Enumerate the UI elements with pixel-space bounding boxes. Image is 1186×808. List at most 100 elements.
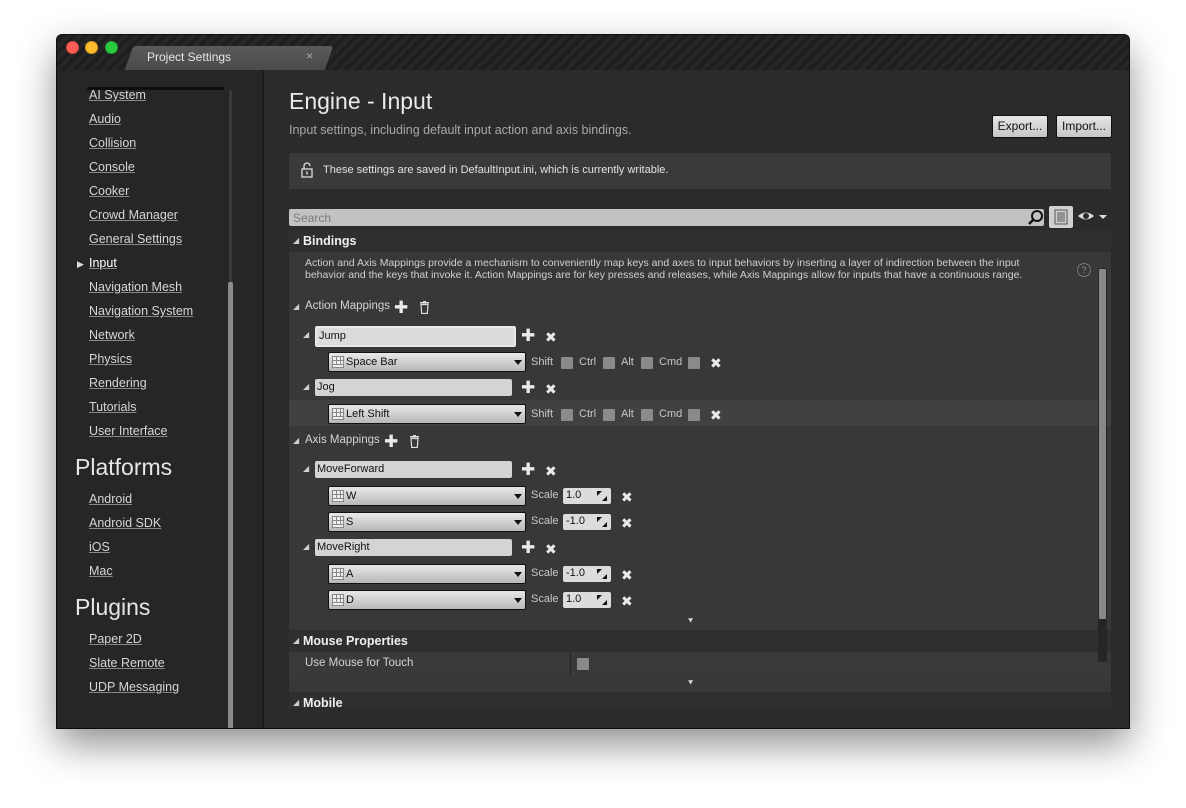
eye-icon[interactable] xyxy=(1077,208,1109,224)
search-icon[interactable] xyxy=(1027,209,1044,226)
spin-arrows-icon[interactable] xyxy=(597,491,607,501)
ctrl-checkbox[interactable] xyxy=(603,357,615,369)
bindings-scrollbar-thumb[interactable] xyxy=(1099,269,1106,619)
sidebar-item-collision[interactable]: Collision xyxy=(89,136,136,150)
remove-moveforward-icon[interactable]: ✖ xyxy=(545,464,557,478)
sidebar-item-user-interface[interactable]: User Interface xyxy=(89,424,168,438)
chevron-down-icon xyxy=(514,494,522,499)
alt-checkbox[interactable] xyxy=(641,357,653,369)
key-select-s[interactable]: S xyxy=(328,512,526,532)
scale-input-s[interactable]: -1.0 xyxy=(563,514,611,530)
zoom-window-button[interactable] xyxy=(105,41,118,54)
remove-key-jump-icon[interactable]: ✖ xyxy=(710,356,722,370)
axis-name-field-moveright[interactable]: MoveRight xyxy=(315,539,512,556)
chevron-down-icon[interactable]: ⯆ xyxy=(687,678,694,689)
alt-checkbox[interactable] xyxy=(641,409,653,421)
jog-collapse-icon[interactable]: ◢ xyxy=(303,382,309,391)
remove-key-d-icon[interactable]: ✖ xyxy=(621,594,633,608)
moveright-collapse-icon[interactable]: ◢ xyxy=(303,542,309,551)
key-select-d[interactable]: D xyxy=(328,590,526,610)
scale-label: Scale xyxy=(531,515,559,527)
add-key-moveforward-icon[interactable]: ✚ xyxy=(521,461,535,478)
view-options-button[interactable] xyxy=(1049,206,1073,228)
sidebar-item-mac[interactable]: Mac xyxy=(89,564,113,578)
sidebar-item-slate-remote[interactable]: Slate Remote xyxy=(89,656,165,670)
help-icon[interactable]: ? xyxy=(1077,263,1091,277)
minimize-window-button[interactable] xyxy=(85,41,98,54)
close-window-button[interactable] xyxy=(66,41,79,54)
jump-collapse-icon[interactable]: ◢ xyxy=(303,330,309,339)
remove-moveright-icon[interactable]: ✖ xyxy=(545,542,557,556)
sidebar-item-ai-system[interactable]: AI System xyxy=(89,88,146,102)
sidebar-item-rendering[interactable]: Rendering xyxy=(89,376,147,390)
sidebar-item-physics[interactable]: Physics xyxy=(89,352,132,366)
scale-input-w[interactable]: 1.0 xyxy=(563,488,611,504)
axis-mappings-collapse-icon[interactable]: ◢ xyxy=(293,436,299,445)
remove-jump-icon[interactable]: ✖ xyxy=(545,330,557,344)
sidebar-item-android[interactable]: Android xyxy=(89,492,132,506)
scale-input-a[interactable]: -1.0 xyxy=(563,566,611,582)
sidebar-item-input[interactable]: Input xyxy=(89,256,117,270)
add-action-mapping-icon[interactable]: ✚ xyxy=(394,299,408,316)
trash-icon[interactable] xyxy=(409,435,420,448)
action-name-field-jog[interactable]: Jog xyxy=(315,379,512,396)
tab-close-icon[interactable]: × xyxy=(306,49,313,63)
mouse-properties-category[interactable]: ◢ Mouse Properties xyxy=(289,630,1111,652)
sidebar-item-paper-2d[interactable]: Paper 2D xyxy=(89,632,142,646)
shift-checkbox[interactable] xyxy=(561,357,573,369)
remove-jog-icon[interactable]: ✖ xyxy=(545,382,557,396)
mobile-category[interactable]: ◢ Mobile xyxy=(289,692,1111,708)
remove-key-s-icon[interactable]: ✖ xyxy=(621,516,633,530)
chevron-down-icon xyxy=(514,360,522,365)
chevron-down-icon[interactable]: ⯆ xyxy=(687,616,694,627)
spin-arrows-icon[interactable] xyxy=(597,517,607,527)
sidebar-item-console[interactable]: Console xyxy=(89,160,135,174)
spin-arrows-icon[interactable] xyxy=(597,595,607,605)
sidebar-item-navigation-mesh[interactable]: Navigation Mesh xyxy=(89,280,182,294)
add-key-moveright-icon[interactable]: ✚ xyxy=(521,539,535,556)
sidebar-item-cooker[interactable]: Cooker xyxy=(89,184,129,198)
axis-name-field-moveforward[interactable]: MoveForward xyxy=(315,461,512,478)
use-mouse-for-touch-checkbox[interactable] xyxy=(577,658,589,670)
cmd-checkbox[interactable] xyxy=(688,409,700,421)
add-axis-mapping-icon[interactable]: ✚ xyxy=(384,433,398,450)
ctrl-checkbox[interactable] xyxy=(603,409,615,421)
chevron-down-icon xyxy=(514,412,522,417)
key-select-jump[interactable]: Space Bar xyxy=(328,352,526,372)
keyboard-icon xyxy=(332,356,344,368)
collapse-icon: ◢ xyxy=(293,698,300,707)
sidebar-item-udp-messaging[interactable]: UDP Messaging xyxy=(89,680,179,694)
export-button[interactable]: Export... xyxy=(992,115,1048,138)
add-key-jump-icon[interactable]: ✚ xyxy=(521,327,535,344)
sidebar-item-tutorials[interactable]: Tutorials xyxy=(89,400,136,414)
page-subtitle: Input settings, including default input … xyxy=(289,123,632,137)
key-select-w[interactable]: W xyxy=(328,486,526,506)
sidebar-item-navigation-system[interactable]: Navigation System xyxy=(89,304,193,318)
action-mappings-collapse-icon[interactable]: ◢ xyxy=(293,302,299,311)
key-select-jog[interactable]: Left Shift xyxy=(328,404,526,424)
remove-key-a-icon[interactable]: ✖ xyxy=(621,568,633,582)
sidebar-item-general-settings[interactable]: General Settings xyxy=(89,232,182,246)
sidebar-item-audio[interactable]: Audio xyxy=(89,112,121,126)
sidebar-item-crowd-manager[interactable]: Crowd Manager xyxy=(89,208,178,222)
import-button[interactable]: Import... xyxy=(1056,115,1112,138)
action-name-field-jump[interactable]: Jump xyxy=(315,326,516,347)
spin-arrows-icon[interactable] xyxy=(597,569,607,579)
moveforward-collapse-icon[interactable]: ◢ xyxy=(303,464,309,473)
sidebar-item-ios[interactable]: iOS xyxy=(89,540,110,554)
cmd-checkbox[interactable] xyxy=(688,357,700,369)
column-separator[interactable] xyxy=(570,652,571,676)
sidebar-item-android-sdk[interactable]: Android SDK xyxy=(89,516,161,530)
bindings-category[interactable]: ◢ Bindings xyxy=(289,230,1111,252)
remove-key-w-icon[interactable]: ✖ xyxy=(621,490,633,504)
add-key-jog-icon[interactable]: ✚ xyxy=(521,379,535,396)
search-input[interactable]: Search xyxy=(289,209,1044,226)
scale-input-d[interactable]: 1.0 xyxy=(563,592,611,608)
sidebar-item-network[interactable]: Network xyxy=(89,328,135,342)
key-select-a[interactable]: A xyxy=(328,564,526,584)
trash-icon[interactable] xyxy=(419,301,430,314)
shift-checkbox[interactable] xyxy=(561,409,573,421)
sidebar-scrollbar-thumb[interactable] xyxy=(228,282,233,728)
remove-key-jog-icon[interactable]: ✖ xyxy=(710,408,722,422)
key-value-d: D xyxy=(346,594,354,606)
